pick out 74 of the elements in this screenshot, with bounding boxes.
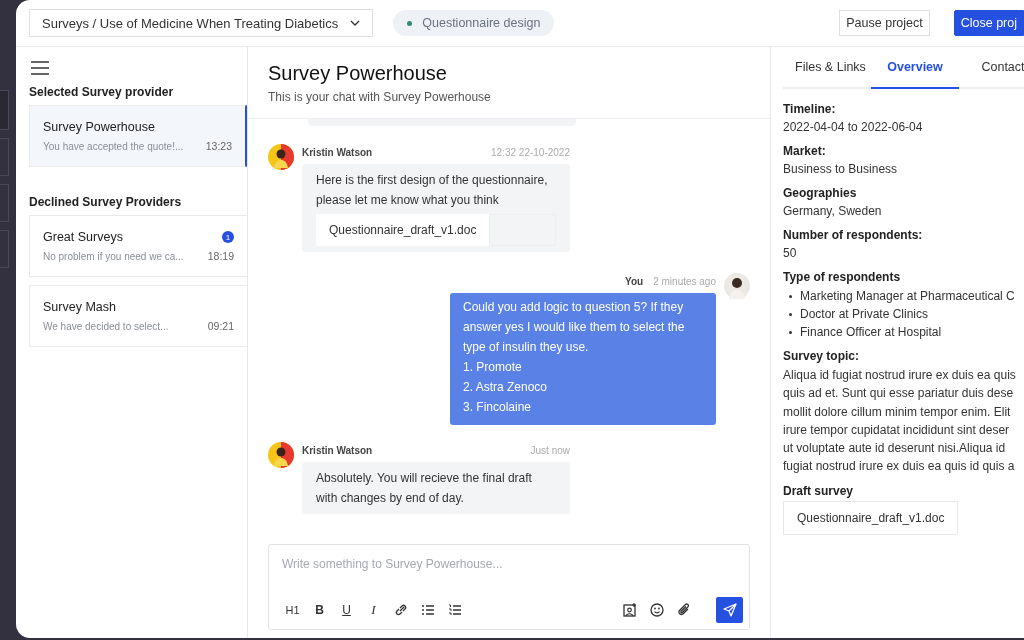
list-item: Marketing Manager at Pharmaceutical C bbox=[800, 288, 1015, 305]
bullet-icon bbox=[789, 330, 792, 334]
conversation-item[interactable]: Great Surveys 1 No problem if you need we ca... 18:19 bbox=[29, 215, 247, 277]
bullet-icon bbox=[789, 312, 792, 316]
author-name: You bbox=[625, 276, 644, 287]
tab[interactable]: Contact bbox=[959, 47, 1024, 89]
tab[interactable]: Files & Links bbox=[783, 47, 871, 89]
avatar bbox=[268, 442, 294, 468]
message-time: 12:32 22-10-2022 bbox=[491, 147, 570, 158]
message-time: 2 minutes ago bbox=[653, 276, 716, 287]
field-value: 50 bbox=[783, 245, 798, 262]
chevron-down-icon bbox=[350, 20, 361, 26]
field-value: Germany, Sweden bbox=[783, 203, 883, 220]
paperclip-icon[interactable] bbox=[676, 603, 691, 617]
provider-name: Survey Mash bbox=[43, 300, 116, 314]
background-panel-edge bbox=[0, 138, 9, 176]
status-label: Questionnaire design bbox=[422, 16, 541, 30]
message-preview: You have accepted the quote!... bbox=[43, 140, 184, 152]
italic-tool[interactable]: I bbox=[363, 600, 384, 620]
field-label: Number of respondents: bbox=[783, 228, 924, 242]
chat-title: Survey Powerhouse bbox=[268, 62, 448, 85]
emoji-icon[interactable] bbox=[649, 603, 664, 617]
field-label: Type of respondents bbox=[783, 270, 902, 284]
file-attachment[interactable]: Questionnaire_draft_v1.doc bbox=[783, 500, 959, 535]
bulleted-list-icon[interactable] bbox=[420, 603, 435, 617]
background-panel-edge bbox=[0, 230, 9, 268]
send-button[interactable] bbox=[716, 597, 743, 623]
message-preview: We have decided to select... bbox=[43, 320, 169, 332]
bold-tool[interactable]: B bbox=[309, 600, 330, 620]
message-text: Could you add logic to question 5? If they answer yes I would like them to select the type of insulin they use. 1. Promote 2. Astra Zenoco 3. Fincolaine bbox=[463, 299, 686, 416]
message-time: Just now bbox=[530, 445, 570, 456]
link-icon[interactable] bbox=[393, 603, 408, 617]
pause-project-button[interactable]: Pause project bbox=[839, 10, 930, 36]
field-value: 2022-04-04 to 2022-06-04 bbox=[783, 119, 924, 136]
menu-icon bbox=[31, 61, 49, 75]
conversation-item[interactable]: Survey Mash We have decided to select... 09:21 bbox=[29, 285, 247, 347]
list-item: Doctor at Private Clinics bbox=[800, 306, 929, 323]
field-label: Draft survey bbox=[783, 483, 855, 498]
field-label: Survey topic: bbox=[783, 349, 861, 363]
field-value: Business to Business bbox=[783, 161, 899, 178]
field-label: Geographies bbox=[783, 186, 858, 200]
message-text: Here is the first design of the questionnaire, please let me know what you think bbox=[316, 172, 549, 209]
image-icon[interactable] bbox=[622, 603, 637, 617]
provider-name: Survey Powerhouse bbox=[43, 120, 155, 134]
conversation-item[interactable]: Survey Powerhouse You have accepted the quote!... 13:23 bbox=[29, 105, 247, 167]
message-time: 09:21 bbox=[207, 320, 234, 332]
provider-name: Great Surveys bbox=[43, 230, 123, 244]
section-heading: Selected Survey provider bbox=[29, 85, 175, 99]
message-composer[interactable]: Write something to Survey Powerhouse... H1 B U I bbox=[268, 544, 750, 630]
tab[interactable]: Overview bbox=[871, 47, 959, 89]
bullet-icon bbox=[789, 294, 792, 298]
message-text: Absolutely. You will recieve the final draft with changes by end of day. bbox=[316, 470, 533, 507]
background-panel-edge bbox=[0, 184, 9, 222]
send-icon bbox=[722, 603, 737, 617]
author-name: Kristin Watson bbox=[302, 445, 373, 456]
file-attachment[interactable]: Questionnaire_draft_v1.doc bbox=[316, 214, 490, 246]
avatar bbox=[724, 273, 750, 299]
close-project-button[interactable]: Close proj bbox=[953, 10, 1024, 36]
field-label: Timeline: bbox=[783, 102, 837, 116]
heading-tool[interactable]: H1 bbox=[282, 600, 303, 620]
field-label: Market: bbox=[783, 144, 827, 158]
list-item: Finance Officer at Hospital bbox=[800, 324, 942, 341]
message-time: 13:23 bbox=[205, 140, 232, 152]
chat-subtitle: This is your chat with Survey Powerhouse bbox=[268, 90, 492, 104]
field-value: Aliqua id fugiat nostrud irure ex duis ea quis quis ad et. Sunt qui esse pariatur duis dese mollit dolore cillum minim tempor enim. Elit irure tempor cupidatat incididunt sint deser ut voluptate aute id deserunt nisi.Aliqua id fugiat nostrud irure ex duis ea quis id quis a bbox=[783, 367, 1017, 476]
message-time: 18:19 bbox=[207, 250, 234, 262]
message-preview: No problem if you need we ca... bbox=[43, 250, 184, 262]
author-name: Kristin Watson bbox=[302, 147, 373, 158]
avatar bbox=[268, 144, 294, 170]
numbered-list-icon[interactable] bbox=[447, 603, 462, 617]
section-heading: Declined Survey Providers bbox=[29, 195, 183, 209]
breadcrumb-dropdown[interactable]: Surveys / Use of Medicine When Treating Diabetics bbox=[29, 9, 374, 37]
underline-tool[interactable]: U bbox=[336, 600, 357, 620]
unread-badge: 1 bbox=[222, 231, 234, 243]
